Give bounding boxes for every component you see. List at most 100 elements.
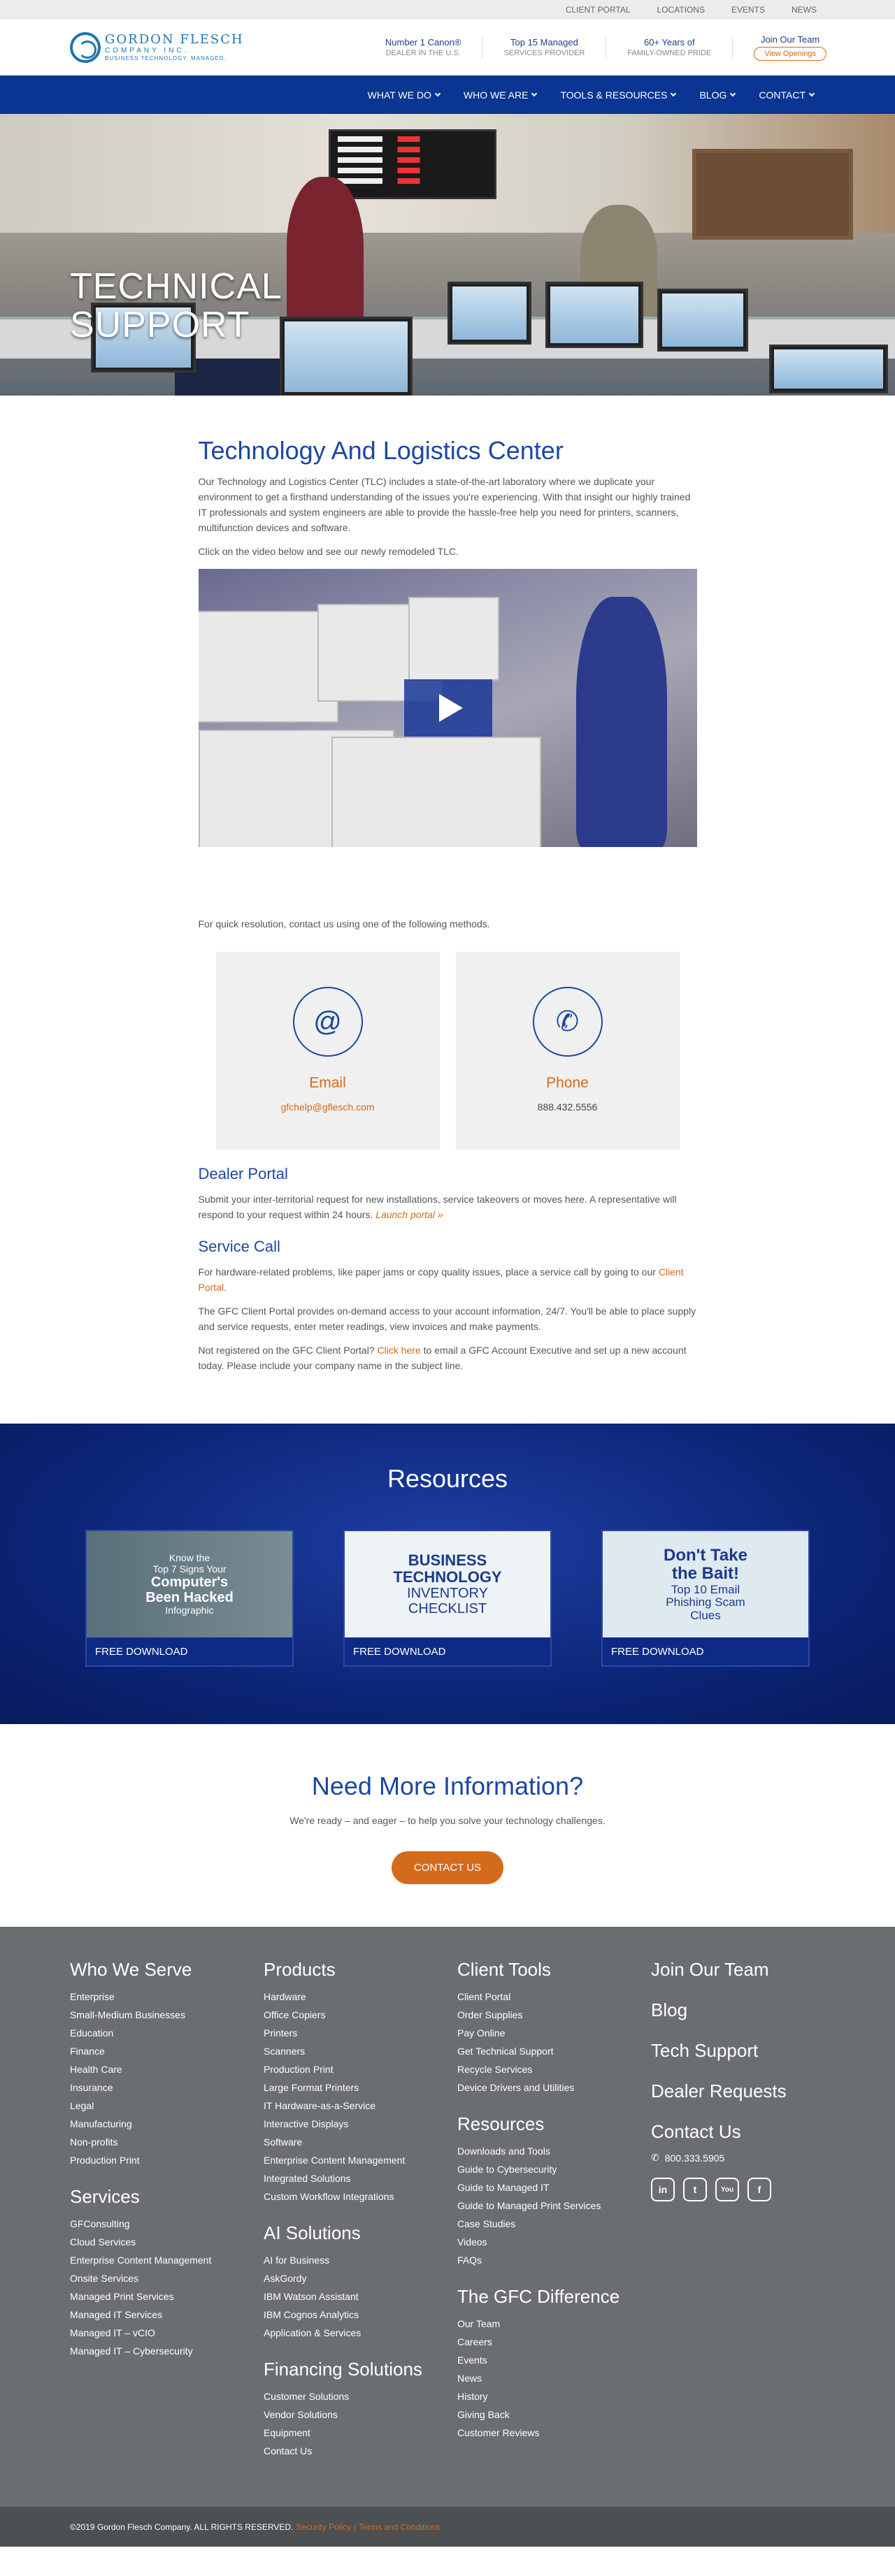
footer-link[interactable]: Managed IT Services: [70, 2306, 245, 2324]
nav-who-we-are[interactable]: WHO WE ARE: [464, 89, 538, 101]
footer-link[interactable]: Order Supplies: [457, 2006, 632, 2024]
footer-link[interactable]: Production Print: [70, 2151, 245, 2169]
footer-link[interactable]: Interactive Displays: [264, 2115, 438, 2133]
footer-link[interactable]: Giving Back: [457, 2405, 632, 2424]
footer-link[interactable]: AskGordy: [264, 2269, 438, 2287]
nav-tools-resources[interactable]: TOOLS & RESOURCES: [560, 89, 677, 101]
tlc-video-player[interactable]: [198, 569, 697, 847]
chevron-down-icon: [730, 90, 736, 96]
footer-link[interactable]: Client Portal: [457, 1988, 632, 2006]
footer-link[interactable]: Production Print: [264, 2060, 438, 2078]
footer-link[interactable]: FAQs: [457, 2251, 632, 2269]
footer-join-team-link[interactable]: Join Our Team: [651, 1959, 826, 1980]
footer-link[interactable]: Guide to Managed IT: [457, 2178, 632, 2197]
footer-link[interactable]: Get Technical Support: [457, 2042, 632, 2060]
header-badges: Number 1 Canon® DEALER IN THE U.S. Top 15…: [364, 34, 826, 61]
events-link[interactable]: EVENTS: [731, 5, 765, 15]
footer-link[interactable]: Recycle Services: [457, 2060, 632, 2078]
footer-link[interactable]: Cloud Services: [70, 2233, 245, 2251]
footer-link[interactable]: Our Team: [457, 2315, 632, 2333]
footer-link[interactable]: Events: [457, 2351, 632, 2369]
footer-link[interactable]: Vendor Solutions: [264, 2405, 438, 2424]
resource-phishing-clues[interactable]: Don't Take the Bait! Top 10 Email Phishi…: [601, 1530, 810, 1667]
footer-link[interactable]: Managed Print Services: [70, 2287, 245, 2306]
footer-blog-link[interactable]: Blog: [651, 1999, 826, 2020]
footer-link[interactable]: Pay Online: [457, 2024, 632, 2042]
footer-link[interactable]: Customer Reviews: [457, 2424, 632, 2442]
logo-subtitle: COMPANY INC.: [105, 47, 189, 55]
nav-what-we-do[interactable]: WHAT WE DO: [368, 89, 441, 101]
footer-link[interactable]: Large Format Printers: [264, 2078, 438, 2097]
footer-link[interactable]: Software: [264, 2133, 438, 2151]
client-portal-link[interactable]: CLIENT PORTAL: [566, 5, 631, 15]
footer-link[interactable]: Equipment: [264, 2424, 438, 2442]
footer-link[interactable]: Contact Us: [264, 2442, 438, 2460]
nav-contact[interactable]: CONTACT: [759, 89, 815, 101]
footer-link[interactable]: Managed IT – Cybersecurity: [70, 2342, 245, 2360]
footer-link[interactable]: Guide to Managed Print Services: [457, 2197, 632, 2215]
footer-link[interactable]: News: [457, 2369, 632, 2387]
footer-link[interactable]: Enterprise Content Management: [70, 2251, 245, 2269]
footer-link[interactable]: IT Hardware-as-a-Service: [264, 2097, 438, 2115]
footer-link[interactable]: Non-profits: [70, 2133, 245, 2151]
resources-title: Resources: [387, 1464, 508, 1493]
company-logo[interactable]: GORDON FLESCH COMPANY INC. BUSINESS TECH…: [70, 32, 244, 63]
hero-monitor: [545, 282, 643, 348]
footer-link[interactable]: Managed IT – vCIO: [70, 2324, 245, 2342]
contact-us-button[interactable]: CONTACT US: [391, 1851, 504, 1884]
footer-link[interactable]: Onsite Services: [70, 2269, 245, 2287]
news-link[interactable]: NEWS: [792, 5, 817, 15]
footer-phone[interactable]: ✆ 800.333.5905: [651, 2152, 845, 2164]
locations-link[interactable]: LOCATIONS: [657, 5, 705, 15]
footer-link[interactable]: Custom Workflow Integrations: [264, 2187, 438, 2206]
resource-inventory-checklist[interactable]: BUSINESS TECHNOLOGY INVENTORY CHECKLIST …: [343, 1530, 552, 1667]
footer-tech-support-link[interactable]: Tech Support: [651, 2040, 826, 2061]
footer-link[interactable]: Integrated Solutions: [264, 2169, 438, 2187]
footer-link[interactable]: History: [457, 2387, 632, 2405]
footer-link[interactable]: Careers: [457, 2333, 632, 2351]
footer-link[interactable]: Case Studies: [457, 2215, 632, 2233]
footer-link[interactable]: Videos: [457, 2233, 632, 2251]
footer-link[interactable]: Legal: [70, 2097, 245, 2115]
footer-link[interactable]: Insurance: [70, 2078, 245, 2097]
linkedin-icon[interactable]: in: [651, 2178, 675, 2201]
footer-link[interactable]: Finance: [70, 2042, 245, 2060]
youtube-icon[interactable]: You: [715, 2178, 739, 2201]
footer-link[interactable]: GFConsulting: [70, 2215, 245, 2233]
phone-icon: ✆: [532, 987, 603, 1057]
footer-link[interactable]: Guide to Cybersecurity: [457, 2160, 632, 2178]
email-link[interactable]: gfchelp@gflesch.com: [280, 1101, 374, 1113]
footer-link[interactable]: Device Drivers and Utilities: [457, 2078, 632, 2097]
footer-link[interactable]: Office Copiers: [264, 2006, 438, 2024]
more-info-text: We're ready – and eager – to help you so…: [289, 1815, 606, 1826]
footer-link[interactable]: Small-Medium Businesses: [70, 2006, 245, 2024]
facebook-icon[interactable]: f: [747, 2178, 771, 2201]
footer-contact-us-link[interactable]: Contact Us: [651, 2121, 826, 2142]
footer-link[interactable]: Enterprise Content Management: [264, 2151, 438, 2169]
footer-link[interactable]: IBM Watson Assistant: [264, 2287, 438, 2306]
click-here-link[interactable]: Click here: [378, 1345, 421, 1356]
nav-blog[interactable]: BLOG: [699, 89, 736, 101]
footer-link[interactable]: Application & Services: [264, 2324, 438, 2342]
footer-link[interactable]: Manufacturing: [70, 2115, 245, 2133]
resource-hacked-infographic[interactable]: Know the Top 7 Signs Your Computer's Bee…: [85, 1530, 294, 1667]
footer-link[interactable]: Downloads and Tools: [457, 2142, 632, 2160]
footer-link[interactable]: Enterprise: [70, 1988, 245, 2006]
twitter-icon[interactable]: t: [683, 2178, 707, 2201]
view-openings-button[interactable]: View Openings: [754, 47, 826, 61]
footer-link[interactable]: Scanners: [264, 2042, 438, 2060]
footer-link[interactable]: Education: [70, 2024, 245, 2042]
security-policy-link[interactable]: Security Policy: [296, 2522, 351, 2532]
footer-link[interactable]: Health Care: [70, 2060, 245, 2078]
contact-intro: For quick resolution, contact us using o…: [198, 918, 490, 929]
launch-portal-link[interactable]: Launch portal »: [375, 1209, 443, 1220]
terms-link[interactable]: Terms and Conditions: [359, 2522, 440, 2532]
footer-link[interactable]: IBM Cognos Analytics: [264, 2306, 438, 2324]
footer-dealer-requests-link[interactable]: Dealer Requests: [651, 2081, 826, 2101]
play-icon[interactable]: [403, 679, 492, 737]
footer-link[interactable]: AI for Business: [264, 2251, 438, 2269]
footer-link[interactable]: Customer Solutions: [264, 2387, 438, 2405]
footer-link[interactable]: Printers: [264, 2024, 438, 2042]
join-team-link[interactable]: Join Our Team: [754, 34, 826, 45]
footer-link[interactable]: Hardware: [264, 1988, 438, 2006]
